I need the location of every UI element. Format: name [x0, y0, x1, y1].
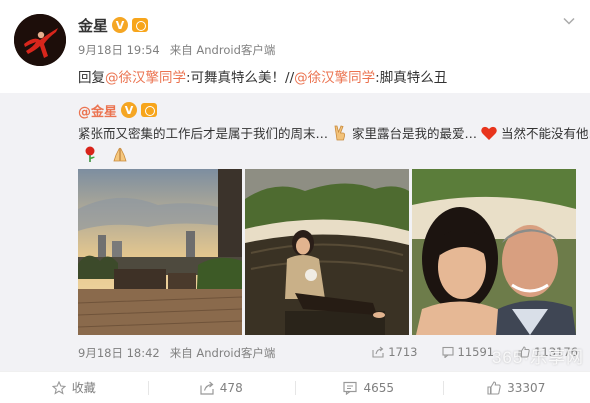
reply-prefix: 回复: [78, 70, 105, 86]
repost-source: 来自 Android客户端: [169, 346, 276, 360]
pray-icon: [111, 145, 129, 163]
reply-text-1: :可舞真特么美！//: [186, 70, 295, 86]
verified-icon: V: [121, 102, 138, 118]
comment-icon: [441, 346, 454, 358]
share-count: 478: [219, 380, 243, 395]
heart-icon: [480, 124, 498, 142]
repost-share-count: 1713: [388, 345, 418, 359]
chevron-down-icon[interactable]: [562, 14, 576, 28]
share-icon: [372, 346, 384, 358]
author-name[interactable]: 金星: [78, 15, 108, 36]
weibo-post: 金星 V 9月18日 19:54 来自 Android客户端 回复@徐汉擎同学:…: [0, 0, 590, 403]
watermark: 365·乐享网: [491, 348, 584, 367]
repost-text-c: 当然不能没有他…: [501, 126, 590, 141]
like-count: 33307: [507, 380, 546, 395]
post-action-bar: 收藏 478 4655 33307: [0, 371, 590, 403]
verified-icon: V: [112, 17, 129, 33]
comment-button[interactable]: 4655: [295, 372, 443, 403]
photo-couple-selfie[interactable]: [412, 169, 576, 335]
share-button[interactable]: 478: [147, 372, 296, 403]
repost-meta: 9月18日 18:42 来自 Android客户端: [78, 345, 275, 361]
photo-woman-lounge[interactable]: [245, 169, 409, 335]
author-row: 金星 V: [78, 14, 149, 36]
star-icon: [51, 380, 66, 395]
repost-text-a: 紧张而又密集的工作后才是属于我们的周末…: [78, 126, 329, 141]
mention-link[interactable]: @徐汉擎同学: [294, 70, 375, 86]
favorite-label: 收藏: [71, 381, 96, 395]
repost-comment-count: 11591: [457, 345, 495, 359]
photo-terrace-sunset[interactable]: [78, 169, 242, 335]
victory-hand-icon: [331, 124, 349, 142]
level-icon: [141, 103, 158, 117]
repost-text-b: 家里露台是我的最爱…: [352, 126, 478, 141]
repost-author[interactable]: @金星: [78, 101, 117, 120]
post-source: 来自 Android客户端: [169, 43, 276, 57]
repost-share-button[interactable]: 1713: [372, 345, 418, 359]
repost-comment-button[interactable]: 11591: [441, 345, 495, 359]
level-icon: [132, 18, 149, 32]
reply-text-2: :脚真特么丑: [375, 70, 448, 86]
like-icon: [487, 380, 501, 395]
mention-link[interactable]: @徐汉擎同学: [105, 70, 186, 86]
favorite-button[interactable]: 收藏: [0, 372, 148, 403]
repost-text: 紧张而又密集的工作后才是属于我们的周末… 家里露台是我的最爱… 当然不能没有他…: [78, 123, 590, 142]
comment-count: 4655: [363, 380, 395, 395]
author-avatar[interactable]: [14, 14, 66, 66]
repost-box: @金星 V 紧张而又密集的工作后才是属于我们的周末… 家里露台是我的最爱… 当然…: [0, 93, 590, 371]
repost-author-row: @金星 V: [78, 101, 158, 120]
post-text: 回复@徐汉擎同学:可舞真特么美！//@徐汉擎同学:脚真特么丑: [78, 66, 447, 86]
share-icon: [200, 381, 214, 395]
repost-date[interactable]: 9月18日 18:42: [78, 345, 160, 361]
rose-icon: [81, 145, 99, 163]
post-meta: 9月18日 19:54 来自 Android客户端: [78, 42, 275, 58]
comment-icon: [343, 381, 358, 395]
post-date[interactable]: 9月18日 19:54: [78, 42, 160, 58]
like-button[interactable]: 33307: [442, 372, 590, 403]
photo-grid: [78, 169, 576, 335]
emoji-row: [78, 145, 132, 163]
